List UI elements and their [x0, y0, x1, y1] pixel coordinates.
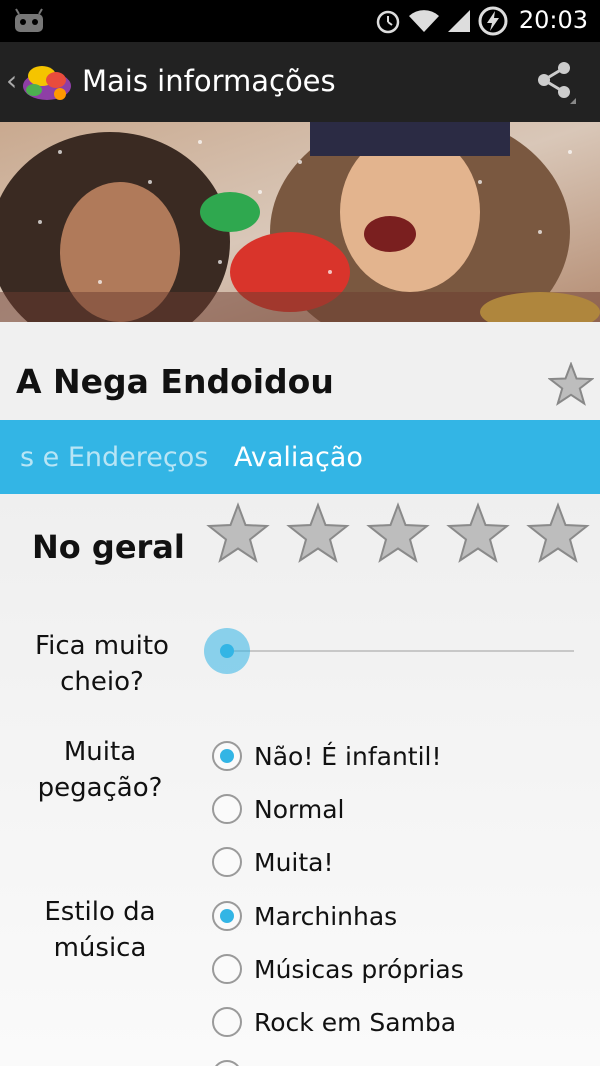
action-bar: ‹ Mais informações — [0, 42, 600, 122]
rating-star-icon[interactable] — [526, 502, 590, 566]
radio-button[interactable] — [212, 847, 242, 877]
status-bar: 20:03 — [0, 0, 600, 42]
option-label: Marchinhas — [254, 901, 398, 931]
overall-rating-stars[interactable] — [206, 502, 590, 566]
share-icon[interactable] — [536, 60, 576, 106]
wifi-icon — [409, 10, 439, 33]
tab-bar: s e Endereços Avaliação — [0, 420, 600, 494]
place-header: A Nega Endoidou — [0, 322, 600, 420]
rating-star-icon[interactable] — [446, 502, 510, 566]
option-label: Músicas próprias — [254, 954, 464, 984]
back-chevron-icon[interactable]: ‹ — [6, 64, 17, 97]
battery-charging-icon — [478, 6, 508, 36]
option-label: Muita! — [254, 847, 334, 877]
radio-button[interactable] — [212, 954, 242, 984]
overall-label: No geral — [32, 528, 185, 566]
slider-thumb[interactable] — [220, 644, 234, 658]
android-robot-icon — [15, 8, 43, 32]
screen-title: Mais informações — [82, 64, 336, 98]
rating-star-icon[interactable] — [286, 502, 350, 566]
radio-button[interactable] — [212, 1007, 242, 1037]
slider-track[interactable] — [226, 650, 574, 652]
radio-button[interactable] — [212, 741, 242, 771]
option-label: Não! É infantil! — [254, 741, 442, 771]
rating-star-icon[interactable] — [206, 502, 270, 566]
crowd-slider[interactable] — [204, 628, 574, 674]
radio-button[interactable] — [212, 901, 242, 931]
place-name: A Nega Endoidou — [16, 362, 334, 401]
music-option[interactable] — [212, 1058, 242, 1066]
place-photo — [0, 122, 600, 322]
alarm-icon — [376, 10, 400, 34]
music-option[interactable]: Marchinhas — [212, 899, 397, 933]
radio-button[interactable] — [212, 1060, 242, 1066]
rating-star-icon[interactable] — [366, 502, 430, 566]
tab-avaliacao[interactable]: Avaliação — [234, 442, 363, 473]
clock: 20:03 — [518, 6, 588, 34]
option-label: Rock em Samba — [254, 1007, 457, 1037]
flirt-option[interactable]: Não! É infantil! — [212, 739, 442, 773]
flirt-option[interactable]: Normal — [212, 792, 344, 826]
music-question-label: Estilo da música — [44, 897, 156, 963]
rating-panel: No geral Fica muito cheio? Muita pegação… — [0, 494, 600, 1066]
crowd-question-label: Fica muito cheio? — [35, 631, 169, 697]
status-icons — [374, 6, 508, 36]
flirt-question-label: Muita pegação? — [37, 737, 163, 803]
signal-icon — [448, 10, 470, 32]
favorite-star-icon[interactable] — [548, 362, 594, 406]
option-label: Normal — [254, 794, 345, 824]
flirt-option[interactable]: Muita! — [212, 845, 334, 879]
music-option[interactable]: Rock em Samba — [212, 1005, 456, 1039]
music-option[interactable]: Músicas próprias — [212, 952, 464, 986]
radio-button[interactable] — [212, 794, 242, 824]
app-logo-icon[interactable] — [20, 56, 74, 108]
tab-enderecos[interactable]: s e Endereços — [20, 442, 208, 473]
